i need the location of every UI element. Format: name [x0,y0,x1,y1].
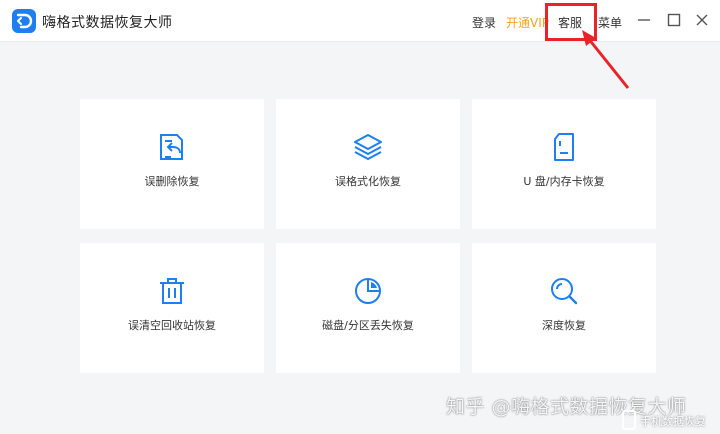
card-format-recovery[interactable]: 误格式化恢复 [276,99,460,229]
app-title: 嗨格式数据恢复大师 [42,15,173,31]
layers-icon [352,131,384,163]
card-recycle-bin-recovery[interactable]: 误清空回收站恢复 [80,243,264,373]
vip-link[interactable]: 开通VIP [506,14,549,31]
login-link[interactable]: 登录 [472,14,496,31]
card-label: 磁盘/分区丢失恢复 [322,319,414,332]
menu-link[interactable]: 菜单 [598,14,622,31]
card-label: 误清空回收站恢复 [128,319,216,332]
card-deleted-recovery[interactable]: 误删除恢复 [80,99,264,229]
phone-icon [622,410,636,430]
card-label: 误删除恢复 [144,175,200,188]
card-label: 误格式化恢复 [335,175,401,188]
minimize-icon[interactable] [636,12,652,28]
watermark-badge-text: 手机数据恢复 [640,415,706,428]
card-deep-recovery[interactable]: 深度恢复 [472,243,656,373]
close-icon[interactable] [694,12,710,28]
app-logo-icon [12,9,36,33]
search-icon [548,275,580,307]
annotation-arrow-icon [582,30,630,89]
card-usb-sd-recovery[interactable]: U 盘/内存卡恢复 [472,99,656,229]
sd-card-icon [548,131,580,163]
maximize-icon[interactable] [666,12,682,28]
pie-chart-icon [352,275,384,307]
deleted-file-restore-icon [156,131,188,163]
trash-icon [156,275,188,307]
card-partition-recovery[interactable]: 磁盘/分区丢失恢复 [276,243,460,373]
card-label: U 盘/内存卡恢复 [523,175,605,188]
card-label: 深度恢复 [542,319,586,332]
